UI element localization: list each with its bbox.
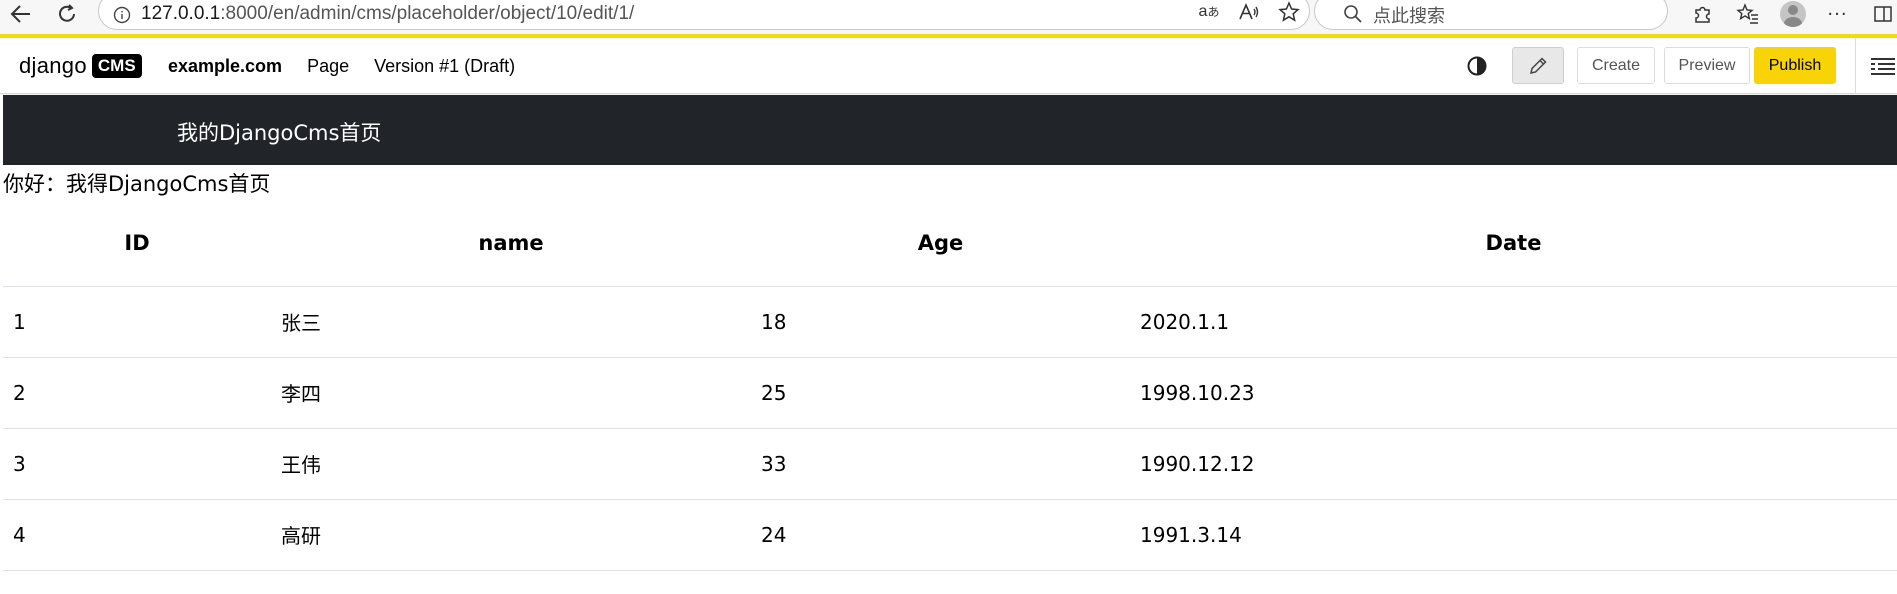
read-aloud-button[interactable] — [1229, 0, 1269, 27]
cell-age: 18 — [751, 286, 1130, 358]
edit-mode-button[interactable] — [1512, 47, 1564, 84]
hero-title: 我的DjangoCms首页 — [177, 121, 382, 145]
sidebar-toggle-button[interactable] — [1860, 0, 1897, 28]
cms-toolbar: django CMS example.com Page Version #1 (… — [0, 38, 1897, 94]
table-header-row: ID name Age Date — [3, 200, 1897, 287]
cell-age: 33 — [751, 428, 1130, 500]
cell-date: 1990.12.12 — [1130, 428, 1897, 500]
table-spacer-row — [3, 570, 1897, 592]
sidebar-icon — [1873, 6, 1892, 22]
column-header-name: name — [271, 200, 751, 287]
more-icon: ··· — [1827, 3, 1848, 25]
table-row: 3 王伟 33 1990.12.12 — [3, 428, 1897, 500]
logo-badge: CMS — [91, 54, 142, 78]
cell-id: 1 — [3, 286, 271, 358]
menu-item-version[interactable]: Version #1 (Draft) — [374, 56, 515, 77]
address-bar[interactable]: 127.0.0.1:8000/en/admin/cms/placeholder/… — [98, 0, 1310, 30]
cell-date: 1991.3.14 — [1130, 499, 1897, 571]
read-aloud-icon — [1239, 2, 1259, 20]
translate-icon: aあ — [1198, 3, 1220, 20]
cell-age: 25 — [751, 357, 1130, 429]
cell-id: 3 — [3, 428, 271, 500]
table-row: 4 高研 24 1991.3.14 — [3, 499, 1897, 571]
cell-name: 李四 — [271, 357, 751, 429]
data-table: ID name Age Date 1 张三 18 2020.1.1 2 李四 2… — [3, 200, 1897, 592]
toolbar-divider — [1855, 38, 1856, 94]
info-icon[interactable] — [113, 6, 131, 24]
cell-name: 高研 — [271, 499, 751, 571]
cell-id: 2 — [3, 357, 271, 429]
hero-banner: 我的DjangoCms首页 — [3, 95, 1897, 165]
puzzle-icon — [1694, 6, 1710, 23]
cell-age: 24 — [751, 499, 1130, 571]
reload-button[interactable] — [50, 0, 84, 28]
profile-button[interactable] — [1770, 0, 1815, 28]
structure-mode-icon[interactable] — [1869, 56, 1897, 78]
pencil-icon — [1530, 56, 1547, 74]
extensions-button[interactable] — [1680, 0, 1725, 28]
favorites-list-icon — [1735, 3, 1758, 24]
create-button[interactable]: Create — [1577, 47, 1655, 84]
django-cms-logo[interactable]: django CMS — [19, 53, 142, 79]
logo-word: django — [19, 53, 87, 78]
publish-button[interactable]: Publish — [1754, 47, 1836, 84]
table-row: 1 张三 18 2020.1.1 — [3, 286, 1897, 358]
menu-item-page[interactable]: Page — [307, 56, 349, 77]
favorite-button[interactable] — [1269, 0, 1309, 27]
star-icon — [1278, 1, 1300, 22]
menu-item-site[interactable]: example.com — [168, 56, 282, 77]
reload-icon — [59, 4, 75, 22]
contrast-toggle-icon[interactable] — [1465, 54, 1489, 78]
search-icon — [1344, 5, 1362, 23]
cell-id: 4 — [3, 499, 271, 571]
column-header-age: Age — [751, 200, 1130, 287]
url-host: 127.0.0.1 — [141, 3, 221, 24]
browser-toolbar: 127.0.0.1:8000/en/admin/cms/placeholder/… — [0, 0, 1897, 38]
search-placeholder: 点此搜索 — [1373, 6, 1445, 27]
url-text: 127.0.0.1:8000/en/admin/cms/placeholder/… — [141, 3, 634, 25]
back-button[interactable] — [4, 0, 38, 28]
cell-name: 张三 — [271, 286, 751, 358]
cell-date: 1998.10.23 — [1130, 357, 1897, 429]
table-row: 2 李四 25 1998.10.23 — [3, 357, 1897, 429]
column-header-date: Date — [1130, 200, 1897, 287]
translate-button[interactable]: aあ — [1189, 0, 1229, 27]
cell-name: 王伟 — [271, 428, 751, 500]
greeting-text: 你好：我得DjangoCms首页 — [3, 172, 271, 196]
arrow-left-icon — [10, 5, 30, 23]
url-path: :8000/en/admin/cms/placeholder/object/10… — [220, 3, 635, 24]
address-bar-tools: aあ — [1189, 0, 1309, 27]
preview-button[interactable]: Preview — [1664, 47, 1750, 84]
browser-toolbar-icons: ··· — [1680, 0, 1897, 28]
favorites-button[interactable] — [1725, 0, 1770, 28]
cell-date: 2020.1.1 — [1130, 286, 1897, 358]
column-header-id: ID — [3, 200, 271, 287]
more-menu-button[interactable]: ··· — [1815, 0, 1860, 28]
avatar — [1779, 1, 1806, 27]
cms-menu: example.com Page Version #1 (Draft) — [168, 54, 540, 78]
browser-search-box[interactable]: 点此搜索 — [1314, 0, 1668, 30]
